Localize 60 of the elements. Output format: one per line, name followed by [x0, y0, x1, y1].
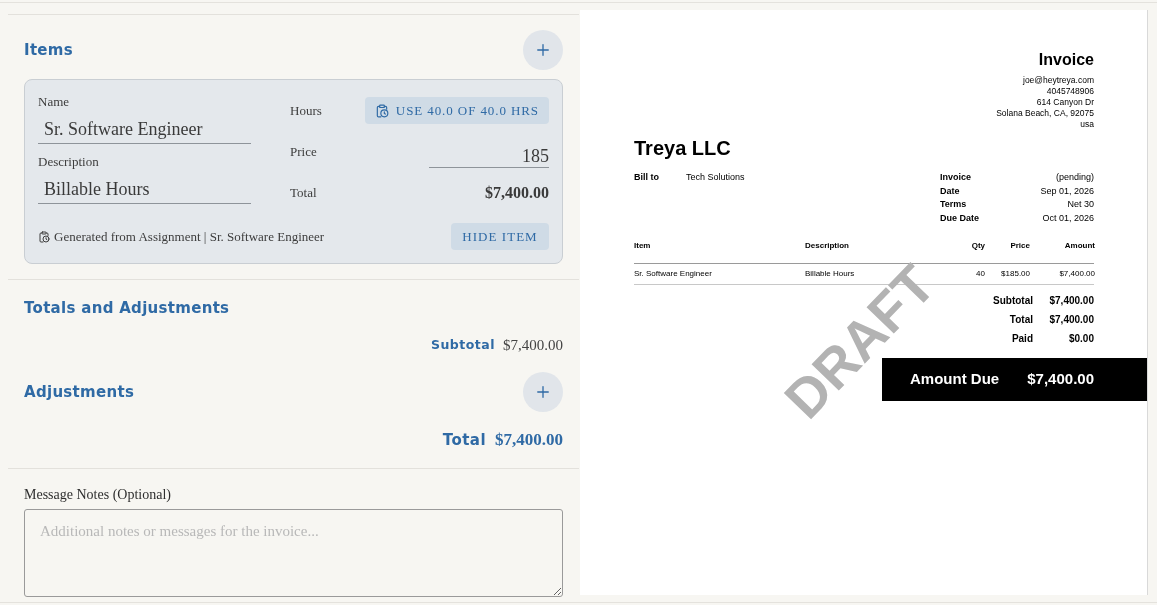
meta-label: Invoice: [940, 171, 971, 184]
field-label: Hours: [290, 101, 322, 120]
bill-to-value: Tech Solutions: [686, 171, 745, 184]
amount-due-value: $7,400.00: [1027, 369, 1094, 390]
meta-label: Terms: [940, 198, 967, 211]
field-label: Name: [38, 93, 71, 111]
subtotal-label: Subtotal: [430, 335, 495, 354]
meta-value: (pending): [1055, 171, 1094, 184]
meta-value: Oct 01, 2026: [1042, 211, 1094, 225]
clipboard-clock-icon: [374, 103, 389, 118]
clipboard-clock-icon: [38, 230, 50, 243]
hide-item-button[interactable]: HIDE ITEM: [451, 223, 549, 250]
notes-label: Message Notes (Optional): [24, 486, 172, 504]
summary-value: $7,400.00: [1048, 294, 1094, 308]
name-field[interactable]: Sr. Software Engineer: [38, 112, 251, 144]
total-label: Total: [442, 429, 486, 451]
summary-value: $0.00: [1067, 332, 1094, 346]
meta-label: Due Date: [940, 211, 979, 225]
sender-contact-line: 4045748906: [1046, 86, 1094, 97]
meta-value: Sep 01, 2026: [1040, 184, 1094, 198]
field-label: Description: [38, 153, 100, 171]
column-header: Price: [1009, 240, 1030, 252]
plus-icon: [534, 383, 552, 401]
price-field[interactable]: 185: [429, 141, 549, 168]
add-item-button[interactable]: [523, 30, 563, 70]
company-name: Treya LLC: [634, 136, 732, 160]
sender-contact-line: usa: [1080, 119, 1094, 130]
plus-icon: [534, 41, 552, 59]
summary-label: Total: [1009, 313, 1033, 327]
bill-to-label: Bill to: [634, 171, 660, 184]
section-title: Totals and Adjustments: [24, 297, 230, 319]
description-field[interactable]: Billable Hours: [38, 172, 251, 204]
section-title: Items: [24, 39, 73, 61]
column-header: Amount: [1063, 240, 1095, 252]
total-value: $7,400.00: [495, 429, 563, 452]
meta-value: Net 30: [1067, 198, 1094, 211]
item-total: $7,400.00: [485, 183, 549, 203]
sender-contact-line: joe@heytreya.com: [1023, 75, 1094, 86]
column-header: Description: [805, 240, 850, 252]
add-adjustment-button[interactable]: [523, 372, 563, 412]
sender-contact-line: 614 Canyon Dr: [1036, 97, 1094, 108]
sender-contact-line: Solana Beach, CA, 92075: [996, 108, 1094, 119]
invoice-title: Invoice: [1038, 50, 1094, 70]
field-label: Total: [290, 184, 317, 203]
summary-value: $7,400.00: [1048, 313, 1094, 327]
table-cell-text: $185.00: [1000, 268, 1030, 279]
subtotal-value: $7,400.00: [503, 335, 563, 355]
summary-label: Subtotal: [993, 294, 1033, 308]
notes-field[interactable]: Additional notes or messages for the invoice...: [24, 509, 563, 597]
column-header: Qty: [970, 240, 985, 252]
section-title: Adjustments: [24, 381, 135, 403]
table-cell-text: Sr. Software Engineer: [634, 268, 713, 279]
column-header: Item: [634, 240, 652, 252]
table-cell-text: 40: [975, 268, 985, 279]
use-hours-button[interactable]: USE 40.0 OF 40.0 HRS: [364, 97, 549, 124]
meta-label: Date: [940, 184, 960, 198]
summary-label: Paid: [1011, 332, 1033, 346]
table-cell-text: $7,400.00: [1058, 268, 1095, 279]
field-label: Price: [290, 143, 317, 161]
source-note: Generated from Assignment | Sr. Software Engineer: [54, 227, 325, 246]
